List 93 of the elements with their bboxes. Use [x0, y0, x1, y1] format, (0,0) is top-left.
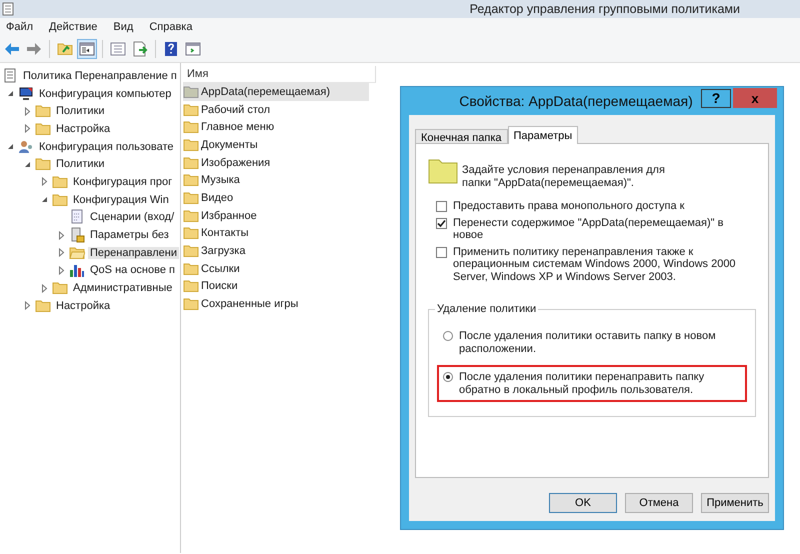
radio-label: После удаления политики перенаправить папку обратно в локальный профиль пользователя. [459, 371, 706, 396]
expand-arrow-icon[interactable] [40, 284, 49, 293]
folder-list-item[interactable]: AppData(перемещаемая) [183, 83, 369, 101]
expand-arrow-icon[interactable] [23, 301, 32, 310]
checkbox[interactable] [436, 201, 447, 212]
group-title: Удаление политики [435, 303, 538, 315]
checkbox-label: Перенести содержимое "AppData(перемещаемая)" в новое [453, 216, 724, 242]
tab[interactable]: Параметры [508, 126, 578, 144]
dialog-button[interactable]: Применить [701, 493, 769, 513]
folder-icon [428, 158, 458, 184]
folder-list-item[interactable]: Сохраненные игры [183, 295, 369, 313]
folder-icon [52, 192, 68, 208]
folder-list-item[interactable]: Загрузка [183, 242, 369, 260]
folder-icon [183, 260, 199, 277]
folder-icon [183, 84, 199, 100]
folder-list-item[interactable]: Музыка [183, 171, 369, 190]
collapse-arrow-icon[interactable] [23, 160, 32, 169]
collapse-arrow-icon[interactable] [6, 142, 15, 152]
folder-icon [35, 156, 51, 172]
tree-item[interactable]: QoS на основе п [88, 264, 177, 276]
folder-list-item[interactable]: Ссылки [183, 260, 369, 278]
script-icon [69, 209, 85, 226]
folder-list-item[interactable]: Поиски [183, 278, 369, 296]
folder-list-item[interactable]: Главное меню [183, 118, 369, 136]
radio-label: После удаления политики оставить папку в новом расположении. [459, 330, 717, 355]
tree-item[interactable]: Сценарии (вход/ [88, 211, 176, 224]
tree-item[interactable]: Конфигурация пользовате [37, 140, 176, 153]
tree-item[interactable]: Политики [54, 158, 106, 170]
expand-arrow-icon[interactable] [23, 124, 32, 134]
help-button[interactable]: ? [701, 88, 731, 108]
folder-list-item[interactable]: Избранное [183, 206, 369, 224]
folder-list-item[interactable]: Изображения [183, 154, 369, 172]
folder-icon [183, 172, 199, 188]
checkbox-label: Предоставить права монопольного доступа к [453, 200, 686, 212]
tree-item[interactable]: Перенаправлени [88, 246, 179, 259]
folder-icon [183, 119, 199, 136]
dialog-button[interactable]: Отмена [625, 493, 693, 513]
tree-item[interactable]: Параметры без [88, 229, 171, 242]
user-icon [18, 138, 34, 155]
tab[interactable]: Конечная папка [415, 129, 508, 143]
expand-arrow-icon[interactable] [57, 248, 66, 258]
expand-arrow-icon[interactable] [23, 106, 32, 116]
dialog-title: Свойства: AppData(перемещаемая) [458, 93, 694, 109]
chart-icon [69, 262, 85, 278]
menu-item[interactable]: Справка [149, 21, 192, 33]
dialog-button[interactable]: OK [549, 493, 617, 513]
description-text: Задайте условия перенаправления для папки "AppData(перемещаемая)". [462, 164, 666, 190]
folder-open-icon [69, 244, 85, 261]
menu-item[interactable]: Файл [6, 21, 34, 33]
expand-arrow-icon[interactable] [57, 230, 66, 240]
tree-item[interactable]: Политика Перенаправление п [21, 70, 179, 82]
folder-icon [183, 102, 199, 118]
folder-icon [183, 208, 199, 224]
folder-icon [183, 278, 199, 294]
folder-icon [183, 225, 199, 242]
folder-list-item[interactable]: Документы [183, 136, 369, 154]
collapse-arrow-icon[interactable] [6, 89, 15, 98]
folder-list-item[interactable]: Видео [183, 189, 369, 207]
folder-icon [35, 120, 51, 137]
close-button[interactable]: x [733, 88, 777, 108]
folder-list-item[interactable]: Рабочий стол [183, 100, 369, 118]
tree-item[interactable]: Настройка [54, 122, 112, 135]
tree-item[interactable]: Конфигурация компьютер [37, 88, 174, 100]
folder-icon [35, 298, 51, 314]
checkbox-label: Применить политику перенаправления также к операционным системам Windows 2000, Windows 2000 Server, Windows XP и Windows Server 2003. [453, 246, 737, 283]
pane-button[interactable] [77, 39, 97, 59]
folder-icon [52, 174, 68, 190]
folder-icon [183, 190, 199, 206]
tree-item[interactable]: Конфигурация Win [71, 194, 171, 206]
folder-icon [183, 296, 199, 312]
checkbox[interactable] [436, 246, 447, 258]
tree-item[interactable]: Конфигурация прог [71, 176, 174, 188]
document-icon [2, 2, 14, 16]
folder-icon [183, 154, 199, 171]
radio-button[interactable] [443, 372, 453, 382]
window-title: Редактор управления групповыми политиками [470, 2, 740, 16]
folder-icon [35, 103, 51, 120]
folder-list-item[interactable]: Контакты [183, 224, 369, 242]
folder-icon [52, 280, 68, 296]
security-icon [69, 227, 85, 244]
radio-button[interactable] [443, 331, 453, 341]
computer-icon [18, 86, 34, 102]
menu-item[interactable]: Действие [49, 21, 98, 33]
folder-icon [183, 136, 199, 153]
tree-item[interactable]: Политики [54, 105, 106, 118]
folder-icon [183, 243, 199, 260]
tree-item[interactable]: Административные [71, 282, 174, 294]
expand-arrow-icon[interactable] [57, 266, 66, 275]
menu-item[interactable]: Вид [113, 21, 134, 33]
tree-item[interactable]: Настройка [54, 300, 112, 312]
expand-arrow-icon[interactable] [40, 177, 49, 186]
checkbox[interactable] [436, 218, 447, 228]
collapse-arrow-icon[interactable] [40, 195, 49, 204]
